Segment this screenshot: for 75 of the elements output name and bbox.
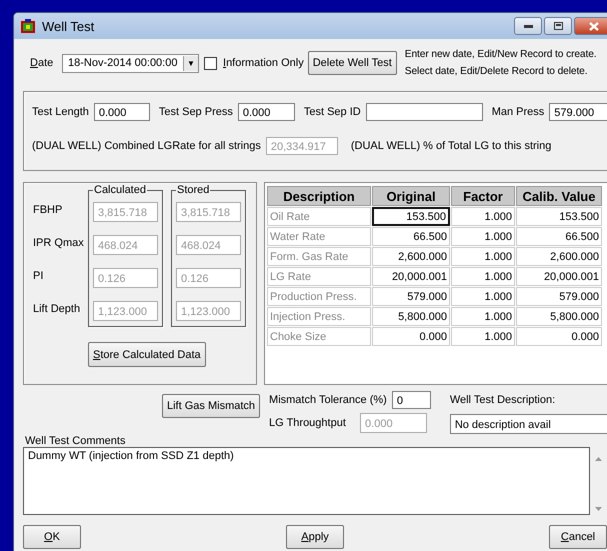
input-field[interactable]: 0.000 [94,103,150,121]
group-title: Calculated [93,184,147,196]
instruction-text: Select date, Edit/Delete Record to delete. [404,66,588,77]
store-button[interactable]: Store Calculated Data [88,342,206,367]
table-cell[interactable]: 579.000 [372,287,450,306]
field-label: (DUAL WELL) Combined LGRate for all strings [32,140,261,152]
table-cell: Oil Rate [267,207,371,226]
table-cell[interactable]: 20,000.001 [372,267,450,286]
table-cell[interactable]: 5,800.000 [516,307,602,326]
input-field[interactable] [366,103,483,121]
checkbox-label[interactable]: Information Only [223,57,304,69]
table-cell[interactable]: 66.500 [372,227,450,246]
field-label: LG Throughtput [269,417,347,429]
table-cell[interactable]: 579.000 [516,287,602,306]
comments-field[interactable]: Dummy WT (injection from SSD Z1 depth) [23,447,590,515]
table-cell[interactable]: 1.000 [451,267,515,286]
table-cell[interactable]: 0.000 [372,327,450,346]
table-cell[interactable]: 2,600.000 [372,247,450,266]
column-header[interactable]: Description [267,186,371,206]
table-cell[interactable]: 5,800.000 [372,307,450,326]
date-label: Date [30,57,54,69]
minimize-icon [524,24,532,28]
table-cell[interactable]: 1.000 [451,307,515,326]
checkbox[interactable] [204,56,217,70]
table-cell[interactable]: 1.000 [451,287,515,306]
input-field[interactable]: 0 [392,391,431,409]
table-cell[interactable]: 1.000 [451,207,515,226]
field-label: PI [33,270,44,283]
table-cell[interactable]: 1.000 [451,227,515,246]
column-header[interactable]: Original [372,186,450,206]
table-cell: Water Rate [267,227,371,246]
dialog-button[interactable]: OK [23,525,81,549]
instruction-text: Enter new date, Edit/New Record to create. [404,49,597,60]
column-header[interactable]: Calib. Value [516,186,602,206]
table-cell: Production Press. [267,287,371,306]
field-label: Well Test Description: [450,394,556,406]
delete-button[interactable]: Delete Well Test [308,51,397,75]
field-label: (DUAL WELL) % of Total LG to this string [350,140,552,152]
input-field[interactable]: 579.000 [549,103,607,121]
app-icon [20,18,36,34]
table-cell: Choke Size [267,327,371,346]
table-cell[interactable]: 1.000 [451,247,515,266]
table-cell[interactable]: 153.500 [516,207,602,226]
table-cell[interactable]: 2,600.000 [516,247,602,266]
table-cell[interactable]: 20,000.001 [516,267,602,286]
field-label: Well Test Comments [25,435,126,447]
dialog-button[interactable]: Apply [286,525,344,549]
table-cell: Injection Press. [267,307,371,326]
table-cell[interactable]: 66.500 [516,227,602,246]
field-label: IPR Qmax [33,237,85,250]
maximize-button[interactable] [544,17,572,35]
date-dropdown[interactable]: 18-Nov-2014 00:00:00 ▼ [62,54,199,72]
field-label: Test Length [32,106,89,118]
table-cell[interactable]: 1.000 [451,327,515,346]
table-cell[interactable]: 0.000 [516,327,602,346]
table-cell: LG Rate [267,267,371,286]
field-label: Test Sep Press [158,106,233,118]
input-field[interactable]: No description avail [450,414,607,434]
table-cell[interactable]: 153.500 [372,207,450,226]
maximize-icon [554,22,562,30]
mismatch-button[interactable]: Lift Gas Mismatch [162,394,260,418]
close-icon [589,22,599,30]
field-label: Lift Depth [33,303,82,316]
column-header[interactable]: Factor [451,186,515,206]
close-button[interactable] [574,17,607,35]
input-field[interactable]: 0.000 [238,103,295,121]
window-title: Well Test [42,18,94,34]
field-label: Test Sep ID [304,106,361,118]
field-label: Man Press [492,106,544,118]
minimize-button[interactable] [514,17,542,35]
field-label: Mismatch Tolerance (%) [269,394,387,406]
field-label: FBHP [33,204,64,217]
dialog-button[interactable]: Cancel [549,525,607,549]
group-title: Stored [176,184,210,196]
table-cell: Form. Gas Rate [267,247,371,266]
